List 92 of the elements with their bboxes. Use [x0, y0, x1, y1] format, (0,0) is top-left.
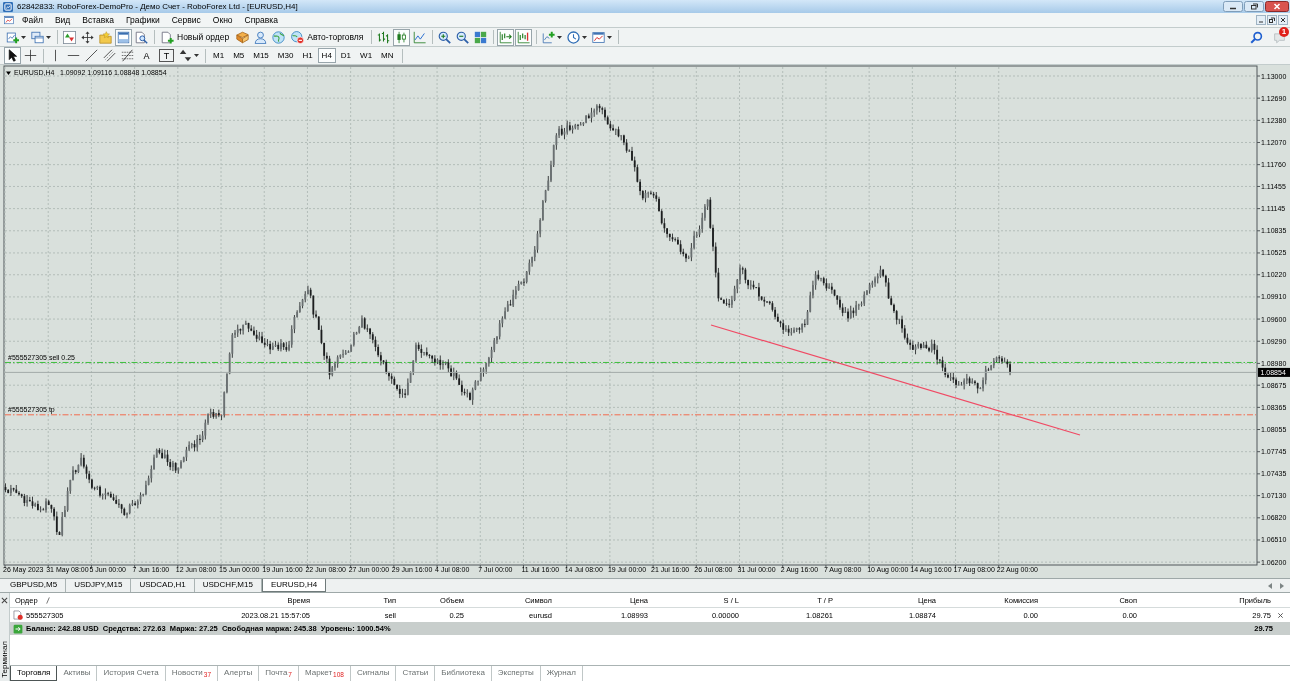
crosshair-icon — [24, 49, 37, 62]
minimize-icon[interactable] — [1223, 1, 1243, 12]
zoom-out-icon — [456, 30, 470, 44]
caret-icon — [194, 54, 199, 57]
close-icon[interactable] — [1278, 15, 1288, 25]
clock-icon — [567, 30, 581, 44]
four-squares-icon — [474, 30, 488, 44]
close-icon[interactable] — [1265, 1, 1289, 12]
timeframe-button[interactable]: D1 — [336, 48, 356, 63]
close-icon[interactable] — [1277, 611, 1284, 619]
menu-item[interactable]: Вид — [48, 15, 77, 25]
restore-icon[interactable] — [1244, 1, 1264, 12]
four-arrows-icon — [81, 30, 94, 44]
chart-plus-icon — [542, 30, 556, 44]
timeframe-button[interactable]: M15 — [249, 48, 273, 63]
terminal-tab[interactable]: Новости$_{37}$ — [165, 666, 218, 681]
windows-icon — [31, 30, 44, 44]
terminal-tab[interactable]: Статьи — [396, 666, 436, 681]
close-icon[interactable] — [1, 597, 8, 604]
restore-icon[interactable] — [1267, 15, 1277, 25]
app-logo-icon — [3, 1, 13, 12]
menu-item[interactable]: Окно — [206, 15, 239, 25]
terminal-label: Терминал — [0, 641, 9, 678]
terminal-tab[interactable]: История Счета — [97, 666, 166, 681]
menu-item[interactable]: Файл — [16, 15, 49, 25]
zoom-in-icon — [438, 30, 452, 44]
timeframe-button[interactable]: M30 — [273, 48, 298, 63]
toolbar-button[interactable] — [22, 47, 39, 64]
terminal-tab[interactable]: Сигналы — [350, 666, 397, 681]
toolbar-button[interactable]: Новый ордер — [158, 28, 234, 46]
globe-icon — [272, 30, 286, 44]
triangle-left-icon[interactable] — [1266, 581, 1274, 590]
bars-arrow-icon — [499, 30, 513, 44]
level-lines-icon — [121, 49, 134, 62]
document-plus-icon — [161, 30, 174, 44]
cursor-icon — [6, 49, 19, 62]
triangle-right-icon[interactable] — [1278, 581, 1286, 590]
chart-window-icon — [592, 30, 606, 44]
terminal-tab[interactable]: Эксперты — [491, 666, 541, 681]
terminal-tab[interactable]: Торговля — [10, 666, 58, 681]
caret-icon — [557, 35, 563, 39]
menu-item[interactable]: Графики — [119, 15, 166, 25]
terminal-tab[interactable]: Маркет$_{108}$ — [299, 666, 351, 681]
menu-item[interactable]: Вставка — [76, 15, 120, 25]
window-title: 62842833: RoboForex-DemoPro - Демо Счет - RoboForex Ltd - [EURUSD,H4] — [17, 2, 298, 11]
menu-item[interactable]: Справка — [238, 15, 284, 25]
caret-icon — [582, 35, 588, 39]
chart-tab[interactable]: EURUSD,H4 — [261, 579, 327, 592]
window-plus-icon — [6, 30, 19, 44]
toolbar-button[interactable] — [4, 47, 21, 64]
toolbar-button[interactable] — [79, 28, 96, 46]
terminal-tab[interactable]: Библиотека — [435, 666, 492, 681]
timeframe-button[interactable]: MN — [377, 48, 398, 63]
arrow-square-icon — [13, 623, 23, 634]
terminal-tab[interactable]: Почта$_{7}$ — [259, 666, 299, 681]
window-panel-icon — [117, 30, 130, 44]
toolbar-button[interactable] — [83, 47, 100, 64]
globe-minus-icon — [291, 30, 305, 44]
line-chart-icon — [413, 30, 427, 44]
toolbar-button[interactable]: Авто-торговля — [288, 28, 368, 46]
terminal-tab[interactable]: Журнал — [540, 666, 583, 681]
timeframe-button[interactable]: W1 — [356, 48, 377, 63]
arrows-icon — [179, 49, 192, 62]
chart-window-icon — [4, 15, 14, 25]
timeframe-button[interactable]: H4 — [317, 48, 336, 63]
up-down-triangles-icon — [63, 30, 76, 44]
package-icon — [236, 30, 250, 44]
toolbar-button[interactable]: A — [137, 47, 156, 64]
parallel-lines-icon — [103, 49, 116, 62]
order-document-icon — [13, 610, 23, 620]
toolbar-button[interactable] — [177, 47, 201, 64]
terminal-tab[interactable]: Алерты — [218, 666, 260, 681]
dropdown-triangle-icon[interactable] — [6, 71, 11, 75]
caret-icon — [21, 35, 26, 39]
notification-badge: 1 — [1279, 26, 1289, 37]
menu-item[interactable]: Сервис — [165, 15, 207, 25]
timeframe-button[interactable]: M5 — [229, 48, 249, 63]
star-folder-icon — [99, 30, 112, 44]
candlestick-icon — [395, 30, 409, 44]
caret-icon — [46, 35, 51, 39]
diagonal-line-icon — [85, 49, 98, 62]
caret-icon — [607, 35, 613, 39]
ohlc-bars-icon — [377, 30, 391, 44]
search-icon[interactable] — [1250, 30, 1263, 44]
sort-icon — [45, 597, 50, 604]
document-magnifier-icon — [135, 30, 148, 44]
bars-marker-icon — [517, 30, 531, 44]
timeframe-button[interactable]: M1 — [209, 48, 229, 63]
toolbar-button[interactable]: T — [157, 47, 176, 64]
person-icon — [254, 30, 268, 44]
timeframe-button[interactable]: H1 — [298, 48, 317, 63]
terminal-tab[interactable]: Активы — [57, 666, 98, 681]
